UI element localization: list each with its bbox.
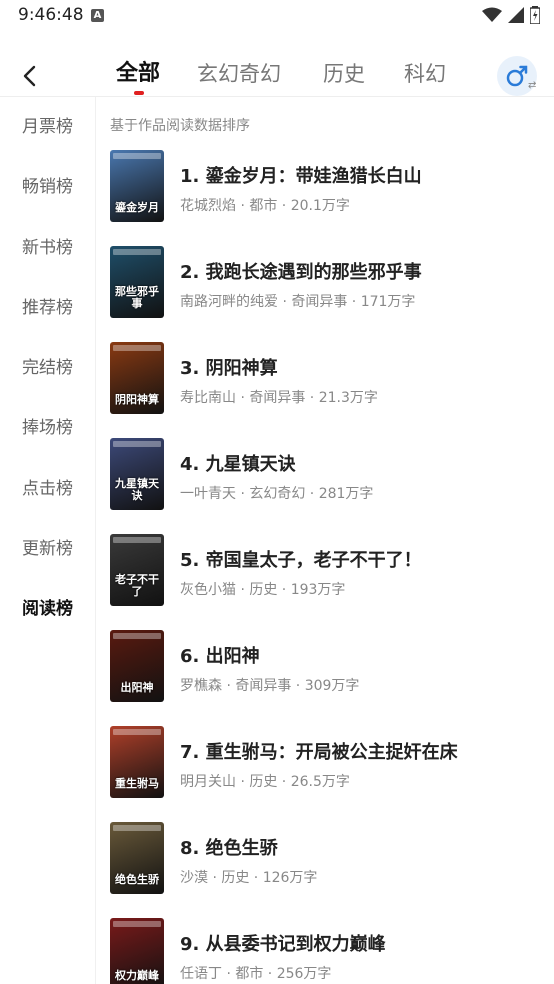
book-title: 3. 阴阳神算	[180, 358, 278, 379]
wifi-icon	[482, 7, 502, 22]
book-meta: 沙漠 · 历史 · 126万字	[180, 870, 318, 886]
book-item[interactable]: 老子不干了 5. 帝国皇太子，老子不干了！ 灰色小猫 · 历史 · 193万字	[110, 534, 550, 630]
status-bar: 9:46:48 A	[0, 0, 554, 32]
book-title: 4. 九星镇天诀	[180, 454, 296, 475]
book-title: 2. 我跑长途遇到的那些邪乎事	[180, 262, 422, 283]
book-item[interactable]: 绝色生骄 8. 绝色生骄 沙漠 · 历史 · 126万字	[110, 822, 550, 918]
book-item[interactable]: 重生驸马 7. 重生驸马：开局被公主捉奸在床 明月关山 · 历史 · 26.5万…	[110, 726, 550, 822]
battery-icon	[530, 6, 540, 24]
category-tabs: 全部 玄幻奇幻 历史 科幻	[112, 50, 484, 98]
sidebar-item-monthly-ticket[interactable]: 月票榜	[0, 97, 95, 157]
sidebar-item-completed[interactable]: 完结榜	[0, 338, 95, 398]
book-meta: 罗樵森 · 奇闻异事 · 309万字	[180, 678, 360, 694]
sidebar-item-reading[interactable]: 阅读榜	[0, 579, 95, 639]
tab-label: 全部	[116, 61, 161, 86]
book-cover: 出阳神	[110, 630, 164, 702]
tab-fantasy[interactable]: 玄幻奇幻	[197, 50, 323, 98]
book-cover: 阴阳神算	[110, 342, 164, 414]
book-title: 9. 从县委书记到权力巅峰	[180, 934, 386, 955]
status-icons	[482, 6, 540, 24]
tab-all[interactable]: 全部	[116, 50, 197, 98]
book-title: 1. 鎏金岁月：带娃渔猎长白山	[180, 166, 422, 187]
sidebar-item-bestseller[interactable]: 畅销榜	[0, 157, 95, 217]
book-meta: 一叶青天 · 玄幻奇幻 · 281万字	[180, 486, 374, 502]
book-title: 8. 绝色生骄	[180, 838, 278, 859]
book-item[interactable]: 出阳神 6. 出阳神 罗樵森 · 奇闻异事 · 309万字	[110, 630, 550, 726]
sidebar-item-clicks[interactable]: 点击榜	[0, 459, 95, 519]
sidebar-item-recommended[interactable]: 推荐榜	[0, 278, 95, 338]
book-item[interactable]: 阴阳神算 3. 阴阳神算 寿比南山 · 奇闻异事 · 21.3万字	[110, 342, 550, 438]
ranking-subtitle: 基于作品阅读数据排序	[110, 118, 250, 134]
tab-history[interactable]: 历史	[323, 50, 404, 98]
book-title: 7. 重生驸马：开局被公主捉奸在床	[180, 742, 458, 763]
book-cover: 权力巅峰	[110, 918, 164, 984]
sidebar-item-updates[interactable]: 更新榜	[0, 519, 95, 579]
book-title: 6. 出阳神	[180, 646, 260, 667]
book-item[interactable]: 那些邪乎事 2. 我跑长途遇到的那些邪乎事 南路河畔的纯爱 · 奇闻异事 · 1…	[110, 246, 550, 342]
book-title: 5. 帝国皇太子，老子不干了！	[180, 550, 422, 571]
book-list: 鎏金岁月 1. 鎏金岁月：带娃渔猎长白山 花城烈焰 · 都市 · 20.1万字 …	[110, 150, 550, 984]
tab-active-indicator	[134, 91, 144, 95]
book-cover: 绝色生骄	[110, 822, 164, 894]
book-cover: 重生驸马	[110, 726, 164, 798]
book-cover: 鎏金岁月	[110, 150, 164, 222]
book-meta: 南路河畔的纯爱 · 奇闻异事 · 171万字	[180, 294, 416, 310]
header: 全部 玄幻奇幻 历史 科幻 ⇄	[0, 50, 554, 98]
back-icon[interactable]	[16, 62, 44, 90]
swap-icon: ⇄	[528, 80, 537, 91]
book-meta: 灰色小猫 · 历史 · 193万字	[180, 582, 346, 598]
tab-label: 历史	[323, 62, 365, 86]
book-meta: 明月关山 · 历史 · 26.5万字	[180, 774, 350, 790]
tab-label: 玄幻奇幻	[197, 62, 281, 86]
notification-icon: A	[91, 9, 104, 22]
book-cover: 那些邪乎事	[110, 246, 164, 318]
signal-icon	[508, 7, 524, 23]
book-item[interactable]: 权力巅峰 9. 从县委书记到权力巅峰 任语丁 · 都市 · 256万字	[110, 918, 550, 984]
book-item[interactable]: 鎏金岁月 1. 鎏金岁月：带娃渔猎长白山 花城烈焰 · 都市 · 20.1万字	[110, 150, 550, 246]
ranking-sidebar: 月票榜 畅销榜 新书榜 推荐榜 完结榜 捧场榜 点击榜 更新榜 阅读榜	[0, 97, 95, 640]
sidebar-divider	[95, 97, 96, 984]
status-time: 9:46:48	[18, 5, 84, 25]
book-meta: 寿比南山 · 奇闻异事 · 21.3万字	[180, 390, 378, 406]
sidebar-item-support[interactable]: 捧场榜	[0, 398, 95, 458]
book-cover: 九星镇天诀	[110, 438, 164, 510]
book-meta: 花城烈焰 · 都市 · 20.1万字	[180, 198, 350, 214]
tab-scifi[interactable]: 科幻	[404, 50, 484, 98]
book-meta: 任语丁 · 都市 · 256万字	[180, 966, 332, 982]
tab-label: 科幻	[404, 62, 446, 86]
book-item[interactable]: 九星镇天诀 4. 九星镇天诀 一叶青天 · 玄幻奇幻 · 281万字	[110, 438, 550, 534]
book-cover: 老子不干了	[110, 534, 164, 606]
sidebar-item-new-books[interactable]: 新书榜	[0, 218, 95, 278]
